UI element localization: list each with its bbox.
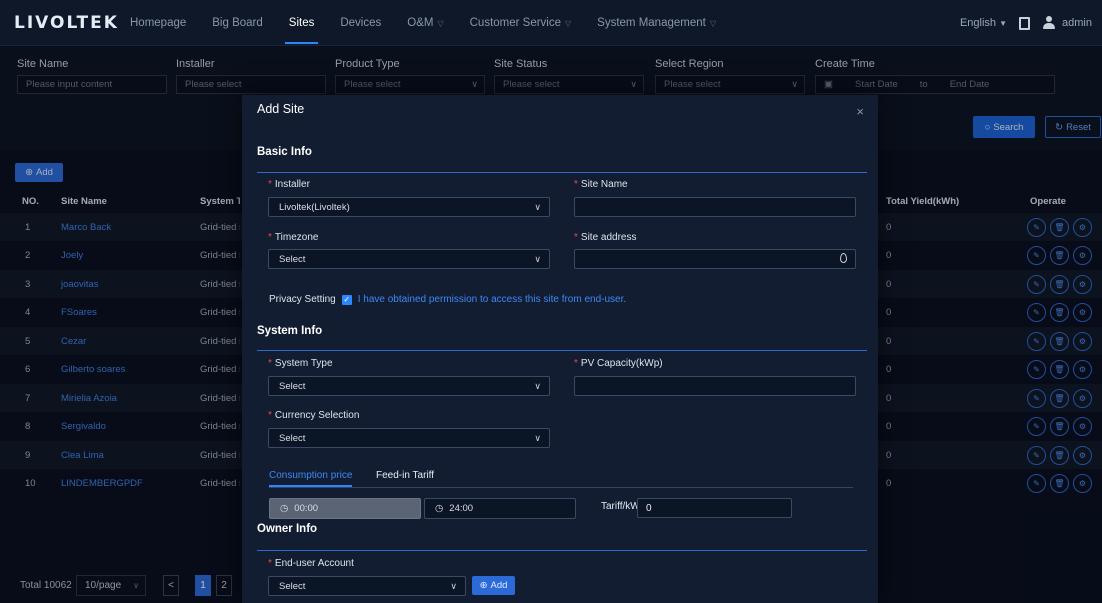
nav-customer-service[interactable]: Customer Service ▽ [470, 17, 572, 29]
chevron-down-icon: ▽ [709, 18, 716, 28]
language-label: English [959, 17, 997, 29]
required-mark: * [574, 179, 578, 190]
installer-label: * Installer [268, 179, 310, 190]
user-menu[interactable]: admin [1042, 16, 1092, 30]
site-address-input[interactable] [574, 249, 856, 269]
currency-label: * Currency Selection [268, 410, 359, 421]
tab-feed-in-tariff[interactable]: Feed-in Tariff [376, 470, 434, 481]
top-nav: LIVOLTEK Homepage Big Board Sites Device… [0, 0, 1102, 46]
currency-select[interactable]: Select ∨ [268, 428, 550, 448]
chevron-down-icon: ∨ [534, 380, 541, 391]
privacy-text[interactable]: I have obtained permission to access thi… [358, 294, 626, 305]
chevron-down-icon: ▽ [437, 18, 444, 28]
installer-value: Livoltek(Livoltek) [279, 201, 350, 213]
timezone-select[interactable]: Select ∨ [268, 249, 550, 269]
end-time: 24:00 [449, 503, 474, 514]
required-mark: * [268, 358, 272, 369]
site-address-label: * Site address [574, 232, 637, 243]
currency-label-text: Currency Selection [274, 410, 360, 421]
clock-icon: ◷ [280, 503, 289, 514]
nav-right: English ▼ admin [960, 0, 1092, 46]
chevron-down-icon: ∨ [534, 253, 541, 264]
system-type-value: Select [279, 380, 306, 392]
plus-circle-icon: ⊕ [479, 580, 488, 591]
location-pin-icon[interactable] [840, 253, 847, 263]
start-time: 00:00 [294, 503, 319, 514]
system-info-title: System Info [257, 325, 323, 337]
nav-system-management-label: System Management [597, 16, 706, 29]
end-time-picker[interactable]: ◷ 24:00 [424, 498, 576, 519]
start-time-picker[interactable]: ◷ 00:00 [269, 498, 421, 519]
site-address-label-text: Site address [580, 232, 637, 243]
tab-consumption-price[interactable]: Consumption price [269, 470, 353, 487]
system-type-label: * System Type [268, 358, 333, 369]
chevron-down-icon: ∨ [534, 201, 541, 212]
checkmark-icon: ✓ [343, 295, 351, 304]
pv-capacity-label: * PV Capacity(kWp) [574, 358, 663, 369]
close-icon[interactable]: × [856, 104, 864, 119]
installer-label-text: Installer [274, 179, 310, 190]
site-name-input[interactable] [574, 197, 856, 217]
dialog-title: Add Site [257, 102, 305, 116]
caret-down-icon: ▼ [999, 19, 1008, 28]
language-selector[interactable]: English ▼ [960, 17, 1007, 29]
owner-info-title: Owner Info [257, 523, 318, 535]
livoltek-logo[interactable]: LIVOLTEK [0, 13, 130, 33]
end-user-account-label-text: End-user Account [274, 558, 354, 569]
timezone-label: * Timezone [268, 232, 318, 243]
chevron-down-icon: ▽ [565, 18, 572, 28]
section-divider [257, 550, 867, 551]
nav-om[interactable]: O&M ▽ [407, 17, 443, 29]
site-name-label-text: Site Name [580, 179, 628, 190]
tariff-input[interactable]: 0 [637, 498, 792, 518]
timezone-label-text: Timezone [274, 232, 319, 243]
add-end-user-button[interactable]: ⊕ Add [472, 576, 515, 595]
required-mark: * [268, 558, 272, 569]
end-user-account-select[interactable]: Select ∨ [268, 576, 466, 596]
required-mark: * [268, 179, 272, 190]
currency-value: Select [279, 432, 306, 444]
required-mark: * [268, 232, 272, 243]
nav-om-label: O&M [407, 16, 434, 29]
nav-system-management[interactable]: System Management ▽ [597, 17, 716, 29]
pv-capacity-label-text: PV Capacity(kWp) [580, 358, 663, 369]
account-value: Select [279, 580, 306, 592]
section-divider [257, 172, 867, 173]
chevron-down-icon: ∨ [534, 432, 541, 443]
privacy-setting: Privacy Setting ✓ I have obtained permis… [269, 294, 626, 305]
required-mark: * [268, 410, 272, 421]
add-site-dialog: Add Site × Basic Info * Installer Livolte… [242, 95, 878, 603]
privacy-label: Privacy Setting [269, 294, 336, 305]
end-user-account-label: * End-user Account [268, 558, 354, 569]
section-divider [257, 350, 867, 351]
nav-sites[interactable]: Sites [284, 17, 318, 44]
price-tabs: Consumption price Feed-in Tariff [269, 466, 853, 488]
required-mark: * [574, 232, 578, 243]
nav-homepage[interactable]: Homepage [130, 17, 186, 29]
nav-customer-service-label: Customer Service [469, 16, 562, 29]
document-icon[interactable] [1019, 16, 1031, 30]
user-name: admin [1062, 17, 1092, 29]
pv-capacity-input[interactable] [574, 376, 856, 396]
required-mark: * [574, 358, 578, 369]
nav-devices[interactable]: Devices [340, 17, 381, 29]
installer-select[interactable]: Livoltek(Livoltek) ∨ [268, 197, 550, 217]
privacy-checkbox[interactable]: ✓ [341, 294, 352, 305]
site-name-label: * Site Name [574, 179, 628, 190]
system-type-select[interactable]: Select ∨ [268, 376, 550, 396]
clock-icon: ◷ [435, 503, 444, 514]
basic-info-title: Basic Info [257, 146, 312, 158]
system-type-label-text: System Type [274, 358, 333, 369]
user-icon [1042, 16, 1056, 30]
nav-big-board[interactable]: Big Board [212, 17, 263, 29]
chevron-down-icon: ∨ [450, 580, 457, 591]
timezone-value: Select [279, 253, 306, 265]
add-label: Add [490, 580, 508, 591]
